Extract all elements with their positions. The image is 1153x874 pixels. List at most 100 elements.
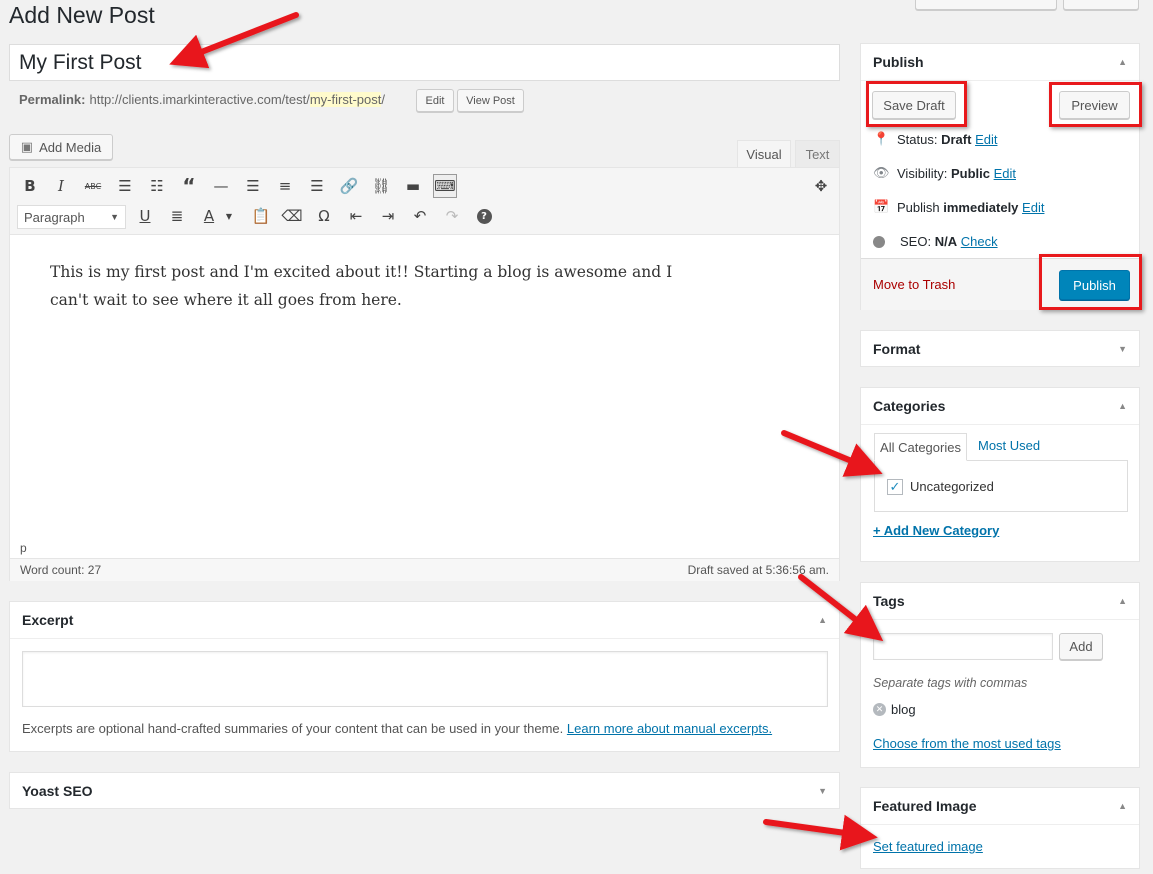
add-media-button[interactable]: ▣ Add Media — [9, 134, 113, 160]
seo-check-link[interactable]: Check — [961, 234, 998, 249]
tab-text[interactable]: Text — [795, 140, 840, 167]
tags-hint: Separate tags with commas — [873, 676, 1028, 690]
visibility-edit-link[interactable]: Edit — [994, 166, 1016, 181]
excerpt-title: Excerpt — [22, 612, 74, 628]
collapse-icon[interactable]: ▲ — [1118, 401, 1127, 411]
blockquote-icon[interactable]: “ — [178, 174, 200, 198]
annotation-frame-publish — [1039, 254, 1142, 310]
view-post-button[interactable]: View Post — [457, 89, 524, 112]
tab-visual[interactable]: Visual — [737, 140, 791, 168]
italic-icon[interactable]: I — [50, 175, 72, 197]
paste-text-icon[interactable]: 📋 — [250, 205, 272, 227]
set-featured-image-link[interactable]: Set featured image — [873, 839, 983, 854]
toolbar-toggle-icon[interactable]: ⌨ — [433, 174, 457, 198]
permalink-base[interactable]: http://clients.imarkinteractive.com/test… — [89, 92, 309, 107]
category-checkbox[interactable]: ✓ — [887, 479, 903, 495]
excerpt-help: Excerpts are optional hand-crafted summa… — [22, 721, 772, 736]
numbered-list-icon[interactable]: ☷ — [146, 175, 168, 197]
checkmark-icon: ✓ — [889, 479, 901, 495]
word-count: Word count: 27 — [20, 563, 102, 577]
yoast-seo-box[interactable]: Yoast SEO ▼ — [9, 772, 840, 809]
add-tag-button[interactable]: Add — [1059, 633, 1103, 660]
editor-path: p — [20, 541, 27, 555]
editor-statusbar: Word count: 27 Draft saved at 5:36:56 am… — [10, 558, 839, 581]
tag-input[interactable] — [873, 633, 1053, 660]
justify-icon[interactable]: ≣ — [166, 205, 188, 227]
strikethrough-icon[interactable]: ABC — [82, 175, 104, 197]
categories-box-title: Categories — [873, 398, 946, 414]
editor-toolbar: B I ABC ☰ ☷ “ — ☰ ≡ ☰ 🔗 ⛓ ▬ ⌨ ✥ Paragrap… — [10, 168, 839, 235]
seo-row: SEO: N/A Check — [873, 234, 998, 249]
collapse-icon[interactable]: ▲ — [1118, 57, 1127, 67]
annotation-arrow-featured — [763, 814, 878, 851]
insert-link-icon[interactable]: 🔗 — [338, 175, 360, 197]
align-center-icon[interactable]: ≡ — [274, 175, 296, 197]
status-value: Draft — [941, 132, 972, 147]
category-list: ✓ Uncategorized — [874, 460, 1128, 512]
align-right-icon[interactable]: ☰ — [306, 175, 328, 197]
move-to-trash-link[interactable]: Move to Trash — [873, 277, 955, 292]
add-new-category-link[interactable]: + Add New Category — [873, 523, 999, 538]
status-row: 📍 Status: Draft Edit — [873, 132, 997, 147]
choose-most-used-tags-link[interactable]: Choose from the most used tags — [873, 736, 1061, 751]
fullscreen-icon[interactable]: ✥ — [810, 175, 832, 197]
post-title-input[interactable]: My First Post — [9, 44, 840, 81]
chevron-down-icon: ▼ — [110, 212, 119, 222]
format-select-value: Paragraph — [24, 209, 85, 225]
collapse-icon[interactable]: ▲ — [1118, 596, 1127, 606]
status-label: Status: — [897, 132, 938, 147]
help-button[interactable] — [1063, 0, 1139, 10]
visibility-value: Public — [950, 166, 990, 181]
calendar-icon: 📅 — [873, 200, 890, 215]
read-more-icon[interactable]: ▬ — [402, 175, 424, 197]
featured-image-box: Featured Image ▲ Set featured image — [860, 787, 1140, 869]
align-left-icon[interactable]: ☰ — [242, 175, 264, 197]
undo-icon[interactable]: ↶ — [409, 205, 431, 227]
collapse-icon[interactable]: ▲ — [818, 615, 827, 625]
media-icon: ▣ — [20, 139, 34, 155]
text-color-dropdown-icon[interactable]: ▼ — [222, 205, 236, 227]
unlink-icon[interactable]: ⛓ — [370, 175, 392, 197]
collapse-icon[interactable]: ▲ — [1118, 801, 1127, 811]
excerpt-box: Excerpt ▲ Excerpts are optional hand-cra… — [9, 601, 840, 752]
tab-all-categories[interactable]: All Categories — [874, 433, 967, 461]
editor: B I ABC ☰ ☷ “ — ☰ ≡ ☰ 🔗 ⛓ ▬ ⌨ ✥ Paragrap… — [9, 167, 840, 581]
format-box[interactable]: Format ▼ — [860, 330, 1140, 367]
underline-icon[interactable]: U — [134, 205, 156, 227]
permalink-edit-button[interactable]: Edit — [416, 89, 454, 112]
bullet-list-icon[interactable]: ☰ — [114, 175, 136, 197]
expand-icon[interactable]: ▼ — [1118, 344, 1127, 354]
annotation-frame-save-draft — [866, 81, 967, 127]
status-edit-link[interactable]: Edit — [975, 132, 997, 147]
bold-icon[interactable]: B — [19, 175, 41, 197]
annotation-frame-preview — [1049, 82, 1142, 127]
format-select[interactable]: Paragraph ▼ — [17, 205, 126, 229]
schedule-edit-link[interactable]: Edit — [1022, 200, 1044, 215]
schedule-row: 📅 Publish immediately Edit — [873, 200, 1044, 215]
editor-content[interactable]: This is my first post and I'm excited ab… — [50, 258, 700, 314]
category-label: Uncategorized — [910, 479, 994, 494]
horizontal-line-icon[interactable]: — — [210, 175, 232, 197]
featured-image-title: Featured Image — [873, 798, 977, 814]
excerpt-textarea[interactable] — [22, 651, 828, 707]
screen-options-button[interactable] — [915, 0, 1057, 10]
redo-icon[interactable]: ↷ — [441, 205, 463, 227]
indent-icon[interactable]: ⇥ — [377, 205, 399, 227]
add-media-label: Add Media — [39, 139, 102, 155]
categories-box: Categories ▲ All Categories Most Used ✓ … — [860, 387, 1140, 562]
special-character-icon[interactable]: Ω — [313, 205, 335, 227]
remove-tag-icon[interactable]: ✕ — [873, 703, 886, 716]
seo-value: N/A — [934, 234, 958, 249]
help-icon[interactable]: ? — [473, 205, 495, 227]
expand-icon[interactable]: ▼ — [818, 786, 827, 796]
outdent-icon[interactable]: ⇤ — [345, 205, 367, 227]
seo-label: SEO: — [900, 234, 932, 249]
clear-formatting-icon[interactable]: ⌫ — [281, 205, 303, 227]
visibility-label: Visibility: — [897, 166, 948, 181]
permalink-slug[interactable]: my-first-post — [309, 92, 382, 107]
excerpt-help-link[interactable]: Learn more about manual excerpts. — [567, 721, 772, 736]
tab-most-used[interactable]: Most Used — [978, 438, 1040, 453]
visibility-row: 👁 Visibility: Public Edit — [873, 166, 1016, 181]
pin-icon: 📍 — [873, 132, 890, 147]
text-color-icon[interactable]: A — [198, 205, 220, 227]
